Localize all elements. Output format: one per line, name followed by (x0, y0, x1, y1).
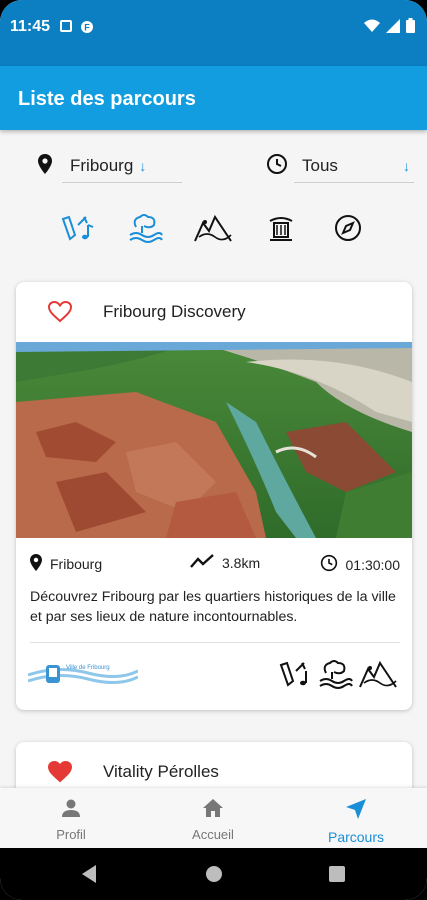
location-pin-icon (30, 554, 42, 574)
nature-water-icon (128, 213, 164, 248)
app-notification-icon: F (80, 20, 94, 39)
route-description: Découvrez Fribourg par les quartiers his… (30, 589, 396, 625)
system-navigation-bar (0, 848, 427, 900)
route-title: Fribourg Discovery (103, 302, 246, 321)
route-meta: Fribourg 3.8km 01:30:00 (30, 554, 400, 576)
route-city: Fribourg (30, 554, 102, 574)
wifi-icon (364, 19, 380, 38)
arrow-down-icon: ↓ (403, 157, 410, 174)
category-sport-button[interactable] (193, 210, 233, 250)
category-history-button[interactable] (261, 210, 301, 250)
duration-select-value: Tous (302, 155, 338, 175)
home-icon (202, 798, 224, 821)
nav-home[interactable]: Accueil (142, 788, 284, 848)
app-screen: 11:45 F Liste des parcours Fribourg ↓ To… (0, 0, 427, 900)
location-pin-icon (38, 153, 52, 179)
app-bar: Liste des parcours (0, 66, 427, 130)
duration-filter[interactable]: Tous ↓ (266, 148, 414, 184)
nav-routes[interactable]: Parcours (285, 788, 427, 848)
route-categories (278, 657, 398, 696)
trend-line-icon (190, 554, 214, 571)
nature-water-icon (318, 657, 354, 696)
nav-routes-label: Parcours (327, 829, 385, 845)
nav-profile[interactable]: Profil (0, 788, 142, 848)
route-title: Vitality Pérolles (103, 762, 219, 781)
city-filter[interactable]: Fribourg ↓ (38, 148, 182, 184)
category-nature-button[interactable] (126, 210, 166, 250)
nav-profile-label: Profil (56, 827, 86, 842)
status-time: 11:45 (10, 18, 51, 35)
category-culture-button[interactable] (58, 210, 98, 250)
recents-button[interactable] (328, 864, 346, 889)
clock-icon (320, 554, 338, 575)
route-duration-value: 01:30:00 (345, 556, 401, 573)
status-bar: 11:45 F (0, 0, 427, 66)
history-monument-icon (266, 213, 296, 248)
home-button[interactable] (205, 864, 223, 889)
arrow-down-icon: ↓ (139, 157, 147, 174)
sport-hiking-icon (193, 213, 233, 248)
notification-icons: F (60, 20, 94, 39)
route-distance: 3.8km (190, 554, 260, 571)
favorite-heart-icon[interactable] (47, 300, 73, 323)
route-city-value: Fribourg (50, 556, 103, 572)
music-culture-icon (278, 657, 314, 696)
system-status-icons (364, 18, 415, 38)
person-icon (61, 798, 81, 821)
page-title: Liste des parcours (18, 88, 196, 110)
route-duration: 01:30:00 (320, 554, 401, 575)
city-select[interactable]: Fribourg ↓ (62, 149, 182, 183)
back-button[interactable] (80, 864, 98, 889)
svg-text:F: F (84, 23, 90, 33)
divider (30, 642, 400, 643)
bottom-navigation: Profil Accueil Parcours (0, 788, 427, 848)
signal-icon (386, 18, 400, 38)
category-discovery-button[interactable] (328, 210, 368, 250)
route-card-header: Fribourg Discovery (16, 282, 412, 342)
music-culture-icon (60, 213, 96, 248)
navigation-arrow-icon (345, 798, 367, 823)
notification-icon (60, 20, 72, 32)
filter-bar: Fribourg ↓ Tous ↓ (0, 148, 427, 188)
category-filter-row (58, 210, 368, 250)
route-distance-value: 3.8km (222, 554, 261, 571)
battery-icon (406, 18, 415, 38)
clock-icon (266, 153, 288, 180)
sport-hiking-icon (358, 657, 398, 696)
city-select-value: Fribourg (70, 155, 134, 175)
discovery-compass-icon (333, 213, 363, 248)
nav-home-label: Accueil (192, 827, 234, 842)
organizer-name: Ville de Fribourg (66, 665, 110, 671)
route-card[interactable]: Fribourg Discovery Fribourg 3.8km 01:30:… (16, 282, 412, 710)
organizer-logo: Ville de Fribourg (28, 665, 138, 684)
favorite-heart-icon[interactable] (47, 760, 73, 783)
duration-select[interactable]: Tous ↓ (294, 149, 414, 183)
route-photo (16, 342, 412, 538)
